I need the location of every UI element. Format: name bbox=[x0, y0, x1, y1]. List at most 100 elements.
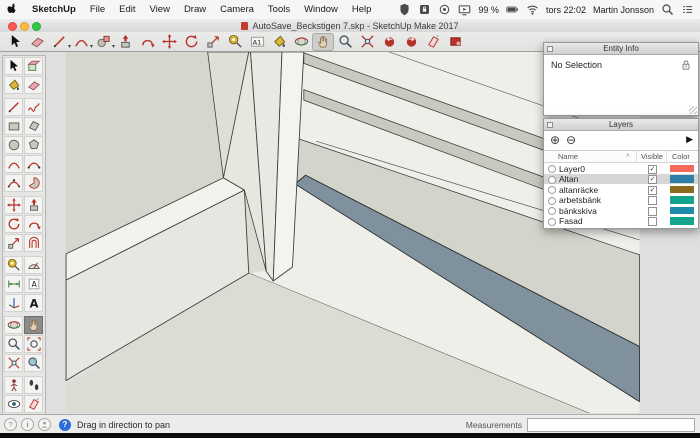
follow-me-tool-button[interactable] bbox=[136, 33, 158, 51]
palette-walk-tool[interactable] bbox=[24, 376, 43, 394]
layer-visible-checkbox[interactable]: ✓ bbox=[648, 206, 657, 216]
palette-rectangle-tool[interactable] bbox=[4, 117, 23, 135]
layer-visible-checkbox[interactable]: ✓ bbox=[648, 217, 657, 226]
zoom-extents-button[interactable] bbox=[356, 33, 378, 51]
palette-select-tool[interactable] bbox=[4, 57, 23, 75]
layers-title-bar[interactable]: Layers bbox=[544, 119, 698, 131]
layer-row[interactable]: Layer0 ✓ bbox=[544, 163, 698, 174]
current-layer-radio[interactable] bbox=[548, 217, 556, 226]
scale-tool-button[interactable] bbox=[202, 33, 224, 51]
menu-camera[interactable]: Camera bbox=[213, 4, 261, 15]
palette-paint-bucket-tool[interactable] bbox=[4, 76, 23, 94]
sign-in-button[interactable] bbox=[38, 418, 51, 431]
palette-circle-tool[interactable] bbox=[4, 136, 23, 154]
palette-push-pull-tool[interactable] bbox=[24, 196, 43, 214]
current-layer-radio[interactable] bbox=[548, 207, 556, 215]
apple-menu[interactable] bbox=[0, 2, 25, 17]
push-pull-tool-button[interactable] bbox=[114, 33, 136, 51]
spotlight-search-icon[interactable] bbox=[661, 3, 674, 16]
column-header-visible[interactable]: Visible bbox=[641, 152, 663, 161]
palette-line-tool[interactable] bbox=[4, 98, 23, 116]
palette-pie-tool[interactable] bbox=[24, 174, 43, 192]
palette-protractor-tool[interactable] bbox=[24, 256, 43, 274]
palette-eraser-tool[interactable] bbox=[24, 76, 43, 94]
current-layer-radio[interactable] bbox=[548, 175, 556, 184]
measurements-input[interactable] bbox=[527, 417, 695, 432]
menu-view[interactable]: View bbox=[143, 4, 177, 15]
layer-color-swatch[interactable] bbox=[670, 185, 694, 193]
wifi-icon[interactable] bbox=[526, 3, 539, 16]
zoom-tool-button[interactable] bbox=[334, 33, 356, 51]
layer-color-swatch[interactable] bbox=[670, 164, 694, 172]
palette-rotate-tool[interactable] bbox=[4, 215, 23, 233]
layer-visible-checkbox[interactable]: ✓ bbox=[648, 164, 657, 174]
sync-status-icon[interactable] bbox=[438, 3, 451, 16]
layer-row[interactable]: arbetsbänk ✓ bbox=[544, 195, 698, 205]
palette-rotated-rectangle-tool[interactable] bbox=[24, 117, 43, 135]
text-tool-button[interactable] bbox=[246, 33, 268, 51]
palette-section-plane-tool[interactable] bbox=[24, 395, 43, 413]
palette-offset-tool[interactable] bbox=[24, 234, 43, 252]
pan-tool-button[interactable] bbox=[312, 32, 334, 51]
layer-row[interactable]: altanräcke ✓ bbox=[544, 184, 698, 195]
layer-visible-checkbox[interactable]: ✓ bbox=[648, 196, 657, 205]
layer-row[interactable]: bänkskiva ✓ bbox=[544, 205, 698, 216]
menu-sketchup[interactable]: SketchUp bbox=[25, 4, 83, 15]
palette-freehand-tool[interactable] bbox=[24, 98, 43, 116]
palette-zoom-previous-tool[interactable] bbox=[24, 354, 43, 372]
layer-color-swatch[interactable] bbox=[670, 196, 694, 204]
orbit-tool-button[interactable] bbox=[290, 33, 312, 51]
menu-user[interactable]: Martin Jonsson bbox=[593, 5, 654, 15]
layer-visible-checkbox[interactable]: ✓ bbox=[648, 185, 657, 195]
entity-info-close-button[interactable] bbox=[547, 45, 553, 52]
menu-help[interactable]: Help bbox=[345, 4, 379, 15]
current-layer-radio[interactable] bbox=[548, 186, 556, 194]
menu-clock[interactable]: tors 22:02 bbox=[546, 5, 586, 15]
menu-window[interactable]: Window bbox=[297, 4, 345, 15]
palette-dimension-tool[interactable] bbox=[4, 275, 23, 293]
next-view-button[interactable] bbox=[400, 33, 422, 51]
credits-button[interactable]: i bbox=[21, 418, 34, 431]
screen-lock-icon[interactable] bbox=[418, 3, 431, 16]
section-plane-button[interactable] bbox=[422, 33, 444, 51]
current-layer-radio[interactable] bbox=[548, 196, 556, 205]
palette-make-component-tool[interactable] bbox=[24, 57, 43, 75]
layers-close-button[interactable] bbox=[547, 121, 553, 128]
layer-row[interactable]: Fasad ✓ bbox=[544, 216, 698, 226]
menu-tools[interactable]: Tools bbox=[261, 4, 297, 15]
palette-look-around-tool[interactable] bbox=[4, 395, 23, 413]
layer-color-swatch[interactable] bbox=[670, 217, 694, 225]
arc-tool-button[interactable]: ▾ bbox=[70, 33, 93, 51]
current-layer-radio[interactable] bbox=[548, 165, 556, 173]
palette-3d-text-tool[interactable] bbox=[24, 294, 43, 312]
lock-icon[interactable] bbox=[680, 59, 692, 71]
line-tool-button[interactable]: ▾ bbox=[48, 33, 71, 51]
move-tool-button[interactable] bbox=[158, 33, 180, 51]
remove-layer-button[interactable]: ⊖ bbox=[566, 132, 576, 148]
layer-row[interactable]: Altan ✓ bbox=[544, 173, 698, 184]
palette-scale-tool[interactable] bbox=[4, 234, 23, 252]
notification-center-icon[interactable] bbox=[681, 3, 694, 16]
entity-info-resize-grip[interactable] bbox=[689, 106, 697, 114]
menu-draw[interactable]: Draw bbox=[177, 4, 213, 15]
rotate-tool-button[interactable] bbox=[180, 33, 202, 51]
airplay-display-icon[interactable] bbox=[458, 3, 471, 16]
layer-visible-checkbox[interactable]: ✓ bbox=[648, 175, 657, 184]
layer-color-swatch[interactable] bbox=[670, 206, 694, 214]
shapes-tool-button[interactable]: ▾ bbox=[92, 33, 115, 51]
palette-follow-me-tool[interactable] bbox=[24, 215, 43, 233]
menu-file[interactable]: File bbox=[83, 4, 112, 15]
select-tool-button[interactable] bbox=[4, 33, 26, 51]
layers-detail-menu-button[interactable]: ▶ bbox=[686, 134, 693, 145]
entity-info-title-bar[interactable]: Entity Info bbox=[544, 43, 698, 55]
palette-zoom-extents-tool[interactable] bbox=[4, 354, 23, 372]
palette-position-camera-tool[interactable] bbox=[4, 376, 23, 394]
window-title-bar[interactable]: AutoSave_Beckstigen 7.skp - SketchUp Mak… bbox=[0, 19, 700, 33]
column-header-name[interactable]: Name bbox=[558, 152, 578, 161]
add-layer-button[interactable]: ⊕ bbox=[550, 132, 560, 148]
section-display-button[interactable] bbox=[444, 33, 466, 51]
palette-three-point-arc-tool[interactable] bbox=[4, 174, 23, 192]
palette-text-tool[interactable] bbox=[24, 275, 43, 293]
column-header-color[interactable]: Color bbox=[672, 152, 690, 161]
geolocation-button[interactable]: ? bbox=[4, 418, 17, 431]
